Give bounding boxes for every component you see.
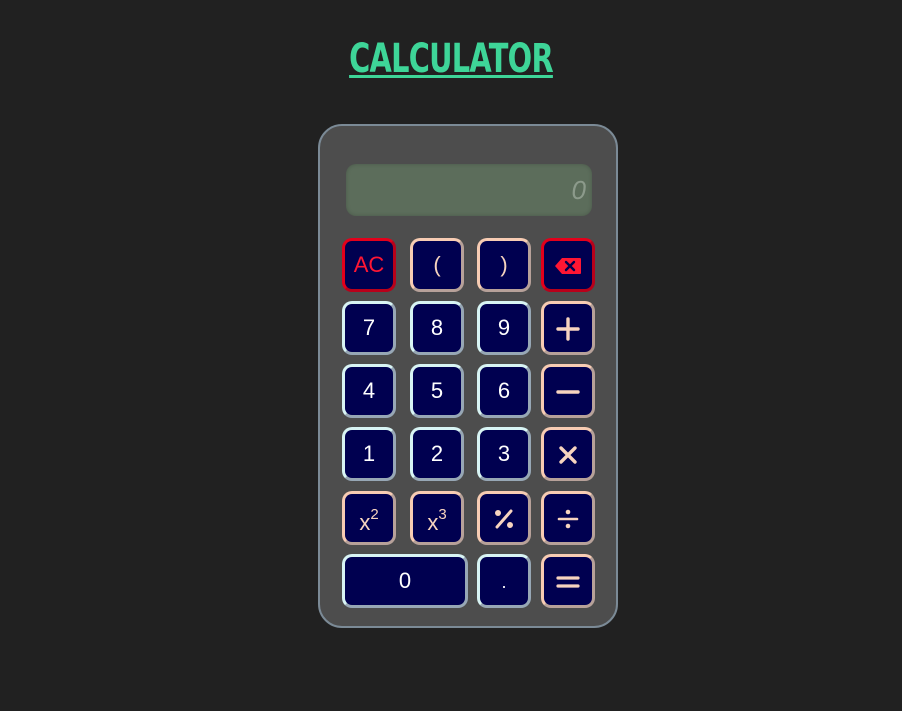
all-clear-button[interactable]: AC bbox=[342, 238, 396, 292]
digit-4-button[interactable]: 4 bbox=[342, 364, 396, 418]
times-icon bbox=[558, 441, 578, 466]
divide-button[interactable] bbox=[541, 491, 595, 545]
digit-2-label: 2 bbox=[430, 441, 444, 466]
digit-0-label: 0 bbox=[398, 568, 412, 593]
digit-1-label: 1 bbox=[362, 441, 376, 466]
subtract-button[interactable] bbox=[541, 364, 595, 418]
digit-0-button[interactable]: 0 bbox=[342, 554, 468, 608]
all-clear-label: AC bbox=[353, 252, 385, 277]
add-button[interactable] bbox=[541, 301, 595, 355]
close-paren-button[interactable]: ) bbox=[477, 238, 531, 292]
digit-5-button[interactable]: 5 bbox=[410, 364, 464, 418]
digit-7-button[interactable]: 7 bbox=[342, 301, 396, 355]
cube-button[interactable]: x3 bbox=[410, 491, 464, 545]
equals-button[interactable] bbox=[541, 554, 595, 608]
percent-icon bbox=[493, 505, 515, 530]
digit-5-label: 5 bbox=[430, 378, 444, 403]
digit-6-label: 6 bbox=[497, 378, 511, 403]
display-value: 0 bbox=[571, 175, 586, 205]
calculator: 0 AC ( ) 7 8 9 4 5 6 1 2 3 x2 x3 0 . bbox=[318, 124, 618, 628]
digit-3-label: 3 bbox=[497, 441, 511, 466]
square-button[interactable]: x2 bbox=[342, 491, 396, 545]
digit-8-label: 8 bbox=[430, 315, 444, 340]
cube-label: x3 bbox=[427, 506, 446, 536]
decimal-label: . bbox=[501, 572, 507, 592]
multiply-button[interactable] bbox=[541, 427, 595, 481]
plus-icon bbox=[556, 315, 580, 341]
calculator-display: 0 bbox=[346, 164, 592, 216]
digit-8-button[interactable]: 8 bbox=[410, 301, 464, 355]
close-paren-label: ) bbox=[500, 252, 508, 277]
square-base: x bbox=[359, 510, 371, 536]
divide-icon bbox=[557, 505, 579, 530]
backspace-icon bbox=[554, 252, 582, 277]
backspace-button[interactable] bbox=[541, 238, 595, 292]
open-paren-button[interactable]: ( bbox=[410, 238, 464, 292]
digit-1-button[interactable]: 1 bbox=[342, 427, 396, 481]
equals-icon bbox=[556, 568, 580, 593]
digit-4-label: 4 bbox=[362, 378, 376, 403]
square-label: x2 bbox=[359, 506, 378, 536]
square-exponent: 2 bbox=[370, 506, 379, 523]
open-paren-label: ( bbox=[433, 252, 441, 277]
cube-exponent: 3 bbox=[438, 506, 447, 523]
percent-button[interactable] bbox=[477, 491, 531, 545]
digit-6-button[interactable]: 6 bbox=[477, 364, 531, 418]
page-title: Calculator bbox=[349, 36, 554, 82]
digit-9-button[interactable]: 9 bbox=[477, 301, 531, 355]
page: Calculator 0 AC ( ) 7 8 bbox=[0, 0, 902, 711]
minus-icon bbox=[556, 378, 580, 403]
cube-base: x bbox=[427, 510, 439, 536]
digit-2-button[interactable]: 2 bbox=[410, 427, 464, 481]
digit-9-label: 9 bbox=[497, 315, 511, 340]
decimal-button[interactable]: . bbox=[477, 554, 531, 608]
digit-3-button[interactable]: 3 bbox=[477, 427, 531, 481]
digit-7-label: 7 bbox=[362, 315, 376, 340]
